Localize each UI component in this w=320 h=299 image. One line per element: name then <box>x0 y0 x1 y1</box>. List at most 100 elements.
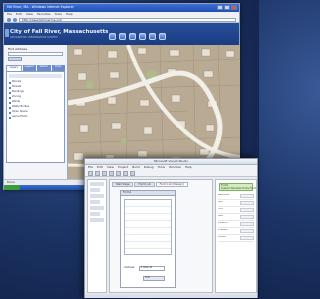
ide-title: Microsoft Visual Studio <box>153 159 189 163</box>
sidebar-tabs: Layers Legend Search Tools <box>6 65 65 72</box>
bullet-icon <box>9 101 11 104</box>
ide-window: Microsoft Visual Studio File Edit View P… <box>84 158 258 298</box>
forward-icon[interactable] <box>13 17 17 22</box>
property-row[interactable]: Visible <box>218 236 254 242</box>
property-row[interactable]: BackColor <box>218 194 254 200</box>
pan-icon[interactable] <box>129 33 136 40</box>
property-value[interactable] <box>240 194 254 198</box>
print-icon[interactable] <box>149 33 156 40</box>
menu-edit[interactable]: Edit <box>16 12 22 16</box>
address-textbox[interactable]: 1 Main St <box>139 266 165 271</box>
form-designer[interactable]: Form1 Address 1 Main St Find <box>120 190 176 288</box>
address-search-input[interactable] <box>8 52 63 57</box>
window-controls <box>217 5 237 10</box>
designer-panel: Start Page Form1.vb Form1.vb [Design] Fo… <box>109 179 213 293</box>
layer-list: Parcels Streets Buildings Zoning Wards W… <box>6 71 65 164</box>
zoom-in-icon[interactable] <box>109 33 116 40</box>
bullet-icon <box>9 106 11 109</box>
list-item[interactable]: Aerial Photo <box>9 115 62 120</box>
ide-menu-build[interactable]: Build <box>132 165 140 169</box>
ide-menu-edit[interactable]: Edit <box>97 165 103 169</box>
minimize-button[interactable] <box>217 5 223 10</box>
property-value[interactable] <box>240 215 254 219</box>
ide-menu-view[interactable]: View <box>107 165 114 169</box>
ide-menu-tools[interactable]: Tools <box>158 165 165 169</box>
search-title: Find Address <box>8 47 28 51</box>
bullet-icon <box>9 86 11 89</box>
property-row[interactable]: Text <box>218 201 254 207</box>
menu-file[interactable]: File <box>7 12 12 16</box>
bullet-icon <box>9 91 11 94</box>
map-sidebar: Find Address Layers Legend Search Tools … <box>4 45 68 179</box>
ide-menu-file[interactable]: File <box>88 165 93 169</box>
toolbox-item[interactable] <box>90 206 104 210</box>
properties-object-selector[interactable]: Form1 System.Windows.Forms.Form <box>219 183 256 191</box>
tab-legend[interactable]: Legend <box>22 65 36 72</box>
ide-toolbar <box>85 170 257 177</box>
bullet-icon <box>9 116 11 119</box>
properties-panel: Form1 System.Windows.Forms.Form BackColo… <box>215 179 257 293</box>
data-grid[interactable] <box>124 199 172 255</box>
property-row[interactable]: Font <box>218 208 254 214</box>
ide-statusbar <box>85 294 257 298</box>
browser-title: Fall River, MA - Windows Internet Explor… <box>7 5 74 9</box>
toolbox-item[interactable] <box>90 212 100 216</box>
tab-search[interactable]: Search <box>37 65 51 72</box>
property-value[interactable] <box>240 201 254 205</box>
property-value[interactable] <box>240 208 254 212</box>
toolbox-item[interactable] <box>90 188 100 192</box>
back-icon[interactable] <box>7 17 11 22</box>
copy-icon[interactable] <box>116 171 121 176</box>
tab-tools[interactable]: Tools <box>51 65 65 72</box>
ide-menu-window[interactable]: Window <box>169 165 181 169</box>
open-file-icon[interactable] <box>95 171 100 176</box>
home-icon[interactable] <box>159 33 166 40</box>
search-button[interactable] <box>8 57 22 62</box>
ide-menu-help[interactable]: Help <box>185 165 192 169</box>
menu-favorites[interactable]: Favorites <box>37 12 51 16</box>
run-icon[interactable] <box>130 171 135 176</box>
address-label: Address <box>124 266 135 269</box>
close-button[interactable] <box>231 5 237 10</box>
ide-menu-project[interactable]: Project <box>118 165 128 169</box>
menu-view[interactable]: View <box>26 12 33 16</box>
property-value[interactable] <box>240 236 254 240</box>
tab-start-page[interactable]: Start Page <box>112 182 134 187</box>
paste-icon[interactable] <box>123 171 128 176</box>
bullet-icon <box>9 81 11 84</box>
bullet-icon <box>9 111 11 114</box>
site-subtitle: GEOGRAPHIC INFORMATION SYSTEM <box>10 36 58 39</box>
property-value[interactable] <box>240 229 254 233</box>
document-tabs: Start Page Form1.vb Form1.vb [Design] <box>110 180 212 187</box>
cut-icon[interactable] <box>109 171 114 176</box>
browser-titlebar: Fall River, MA - Windows Internet Explor… <box>4 4 239 12</box>
toolbox-panel <box>87 179 107 293</box>
toolbox-item[interactable] <box>90 218 104 222</box>
tab-form-design[interactable]: Form1.vb [Design] <box>155 182 188 187</box>
property-row[interactable]: Location <box>218 222 254 228</box>
tab-layers[interactable]: Layers <box>6 65 22 72</box>
identify-icon[interactable] <box>139 33 146 40</box>
zoom-out-icon[interactable] <box>119 33 126 40</box>
start-button[interactable] <box>4 185 20 190</box>
site-header: City of Fall River, Massachusetts GEOGRA… <box>4 23 239 45</box>
find-button[interactable]: Find <box>143 276 165 281</box>
save-icon[interactable] <box>102 171 107 176</box>
property-value[interactable] <box>240 222 254 226</box>
ide-menu-debug[interactable]: Debug <box>144 165 154 169</box>
menu-tools[interactable]: Tools <box>55 12 62 16</box>
property-row[interactable]: Enabled <box>218 229 254 235</box>
url-input[interactable]: http://www.fallriverma.org/ <box>19 17 236 22</box>
menu-help[interactable]: Help <box>66 12 73 16</box>
tab-form-code[interactable]: Form1.vb <box>134 182 155 187</box>
map-toolbar <box>109 33 166 40</box>
property-row[interactable]: Size <box>218 215 254 221</box>
new-file-icon[interactable] <box>88 171 93 176</box>
form-caption: Form1 <box>121 191 175 196</box>
toolbox-item[interactable] <box>90 200 100 204</box>
bullet-icon <box>9 96 11 99</box>
toolbox-item[interactable] <box>90 194 104 198</box>
maximize-button[interactable] <box>224 5 230 10</box>
city-seal-icon <box>5 29 9 37</box>
toolbox-item[interactable] <box>90 182 104 186</box>
